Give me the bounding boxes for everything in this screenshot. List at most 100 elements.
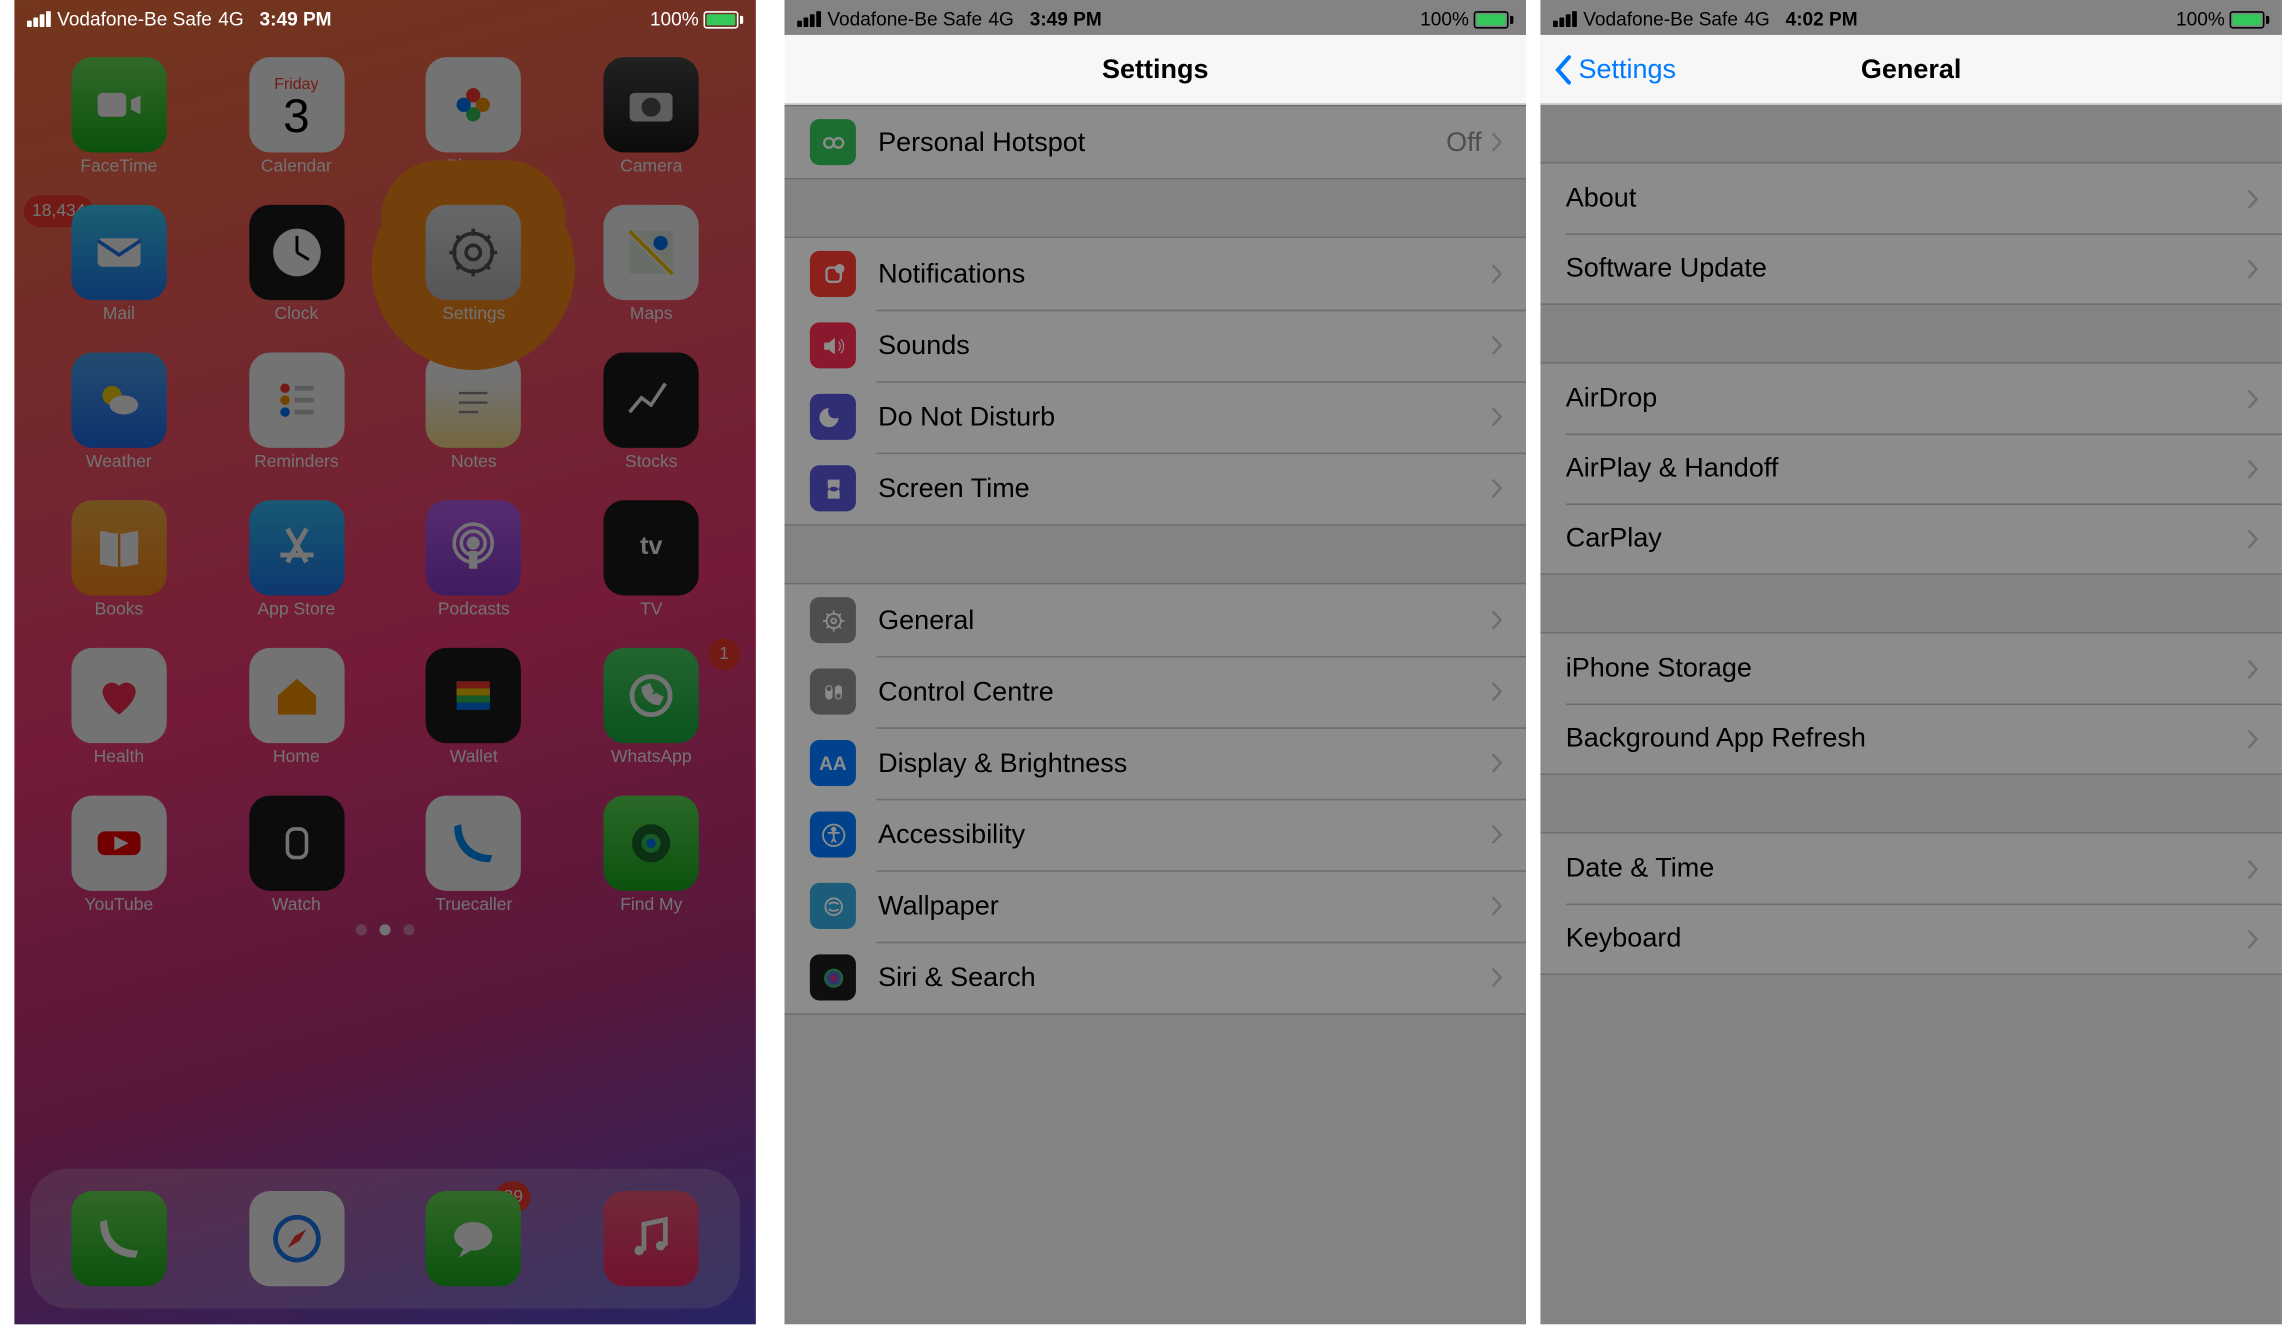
- status-bar: Vodafone-Be Safe 4G 4:02 PM 100%: [1540, 0, 2282, 35]
- chevron-right-icon: [2247, 188, 2260, 209]
- row-accessibility[interactable]: Accessibility: [784, 799, 1526, 870]
- row-general[interactable]: General: [784, 584, 1526, 655]
- chevron-right-icon: [2247, 458, 2260, 479]
- chevron-right-icon: [2247, 858, 2260, 879]
- sounds-icon: [810, 322, 856, 368]
- general-panel: Vodafone-Be Safe 4G 4:02 PM 100% Setting…: [1540, 0, 2282, 1324]
- hotspot-icon: [810, 119, 856, 165]
- row-iphone-storage[interactable]: iPhone Storage: [1540, 634, 2282, 704]
- row-label: Control Centre: [878, 676, 1491, 708]
- battery-percent: 100%: [650, 8, 699, 30]
- carrier-label: Vodafone-Be Safe: [1583, 8, 1738, 30]
- chevron-right-icon: [1491, 335, 1504, 356]
- row-label: Screen Time: [878, 472, 1491, 504]
- battery-percent: 100%: [2176, 8, 2225, 30]
- row-label: Software Update: [1566, 252, 2247, 284]
- control-icon: [810, 669, 856, 715]
- row-label: CarPlay: [1566, 522, 2247, 554]
- row-label: Display & Brightness: [878, 747, 1491, 779]
- siri-icon: [810, 954, 856, 1000]
- chevron-right-icon: [2247, 528, 2260, 549]
- accessibility-icon: [810, 811, 856, 857]
- chevron-right-icon: [1491, 967, 1504, 988]
- row-label: Background App Refresh: [1566, 723, 2247, 755]
- row-personal-hotspot[interactable]: Personal Hotspot Off: [784, 106, 1526, 177]
- battery-icon: [1474, 10, 1514, 27]
- row-label: General: [878, 604, 1491, 636]
- status-bar: Vodafone-Be Safe 4G 3:49 PM 100%: [784, 0, 1526, 35]
- chevron-right-icon: [2247, 928, 2260, 949]
- nav-bar: Settings: [784, 35, 1526, 105]
- row-do-not-disturb[interactable]: Do Not Disturb: [784, 381, 1526, 452]
- wallpaper-icon: [810, 883, 856, 929]
- row-label: Personal Hotspot: [878, 126, 1446, 158]
- network-label: 4G: [1744, 8, 1769, 30]
- chevron-right-icon: [1491, 824, 1504, 845]
- notifications-icon: [810, 251, 856, 297]
- battery-icon: [2230, 10, 2270, 27]
- home-screen-panel: Vodafone-Be Safe 4G 3:49 PM 100% FaceTim…: [14, 0, 756, 1324]
- chevron-right-icon: [2247, 388, 2260, 409]
- row-label: Wallpaper: [878, 890, 1491, 922]
- battery-icon: [703, 10, 743, 27]
- row-label: iPhone Storage: [1566, 653, 2247, 685]
- dim-overlay: [14, 0, 756, 1324]
- row-label: AirDrop: [1566, 383, 2247, 415]
- chevron-right-icon: [1491, 407, 1504, 428]
- signal-icon: [27, 11, 51, 27]
- row-control-centre[interactable]: Control Centre: [784, 656, 1526, 727]
- row-carplay[interactable]: CarPlay: [1540, 503, 2282, 573]
- row-label: Notifications: [878, 258, 1491, 290]
- settings-panel: Vodafone-Be Safe 4G 3:49 PM 100% Setting…: [784, 0, 1526, 1324]
- row-display-brightness[interactable]: AA Display & Brightness: [784, 727, 1526, 798]
- network-label: 4G: [988, 8, 1013, 30]
- chevron-right-icon: [1491, 264, 1504, 285]
- time-label: 3:49 PM: [1030, 8, 1102, 30]
- general-icon: [810, 597, 856, 643]
- nav-bar: Settings General: [1540, 35, 2282, 105]
- row-label: Keyboard: [1566, 923, 2247, 955]
- carrier-label: Vodafone-Be Safe: [57, 8, 212, 30]
- row-value: Off: [1446, 126, 1482, 158]
- row-siri-search[interactable]: Siri & Search: [784, 942, 1526, 1013]
- row-wallpaper[interactable]: Wallpaper: [784, 870, 1526, 941]
- row-sounds[interactable]: Sounds: [784, 310, 1526, 381]
- row-background-app-refresh[interactable]: Background App Refresh: [1540, 703, 2282, 773]
- row-airdrop[interactable]: AirDrop: [1540, 364, 2282, 434]
- row-software-update[interactable]: Software Update: [1540, 233, 2282, 303]
- chevron-right-icon: [1491, 132, 1504, 153]
- chevron-right-icon: [2247, 258, 2260, 279]
- row-label: Sounds: [878, 330, 1491, 362]
- status-bar: Vodafone-Be Safe 4G 3:49 PM 100%: [14, 0, 756, 35]
- row-label: Accessibility: [878, 819, 1491, 851]
- battery-percent: 100%: [1420, 8, 1469, 30]
- time-label: 3:49 PM: [260, 8, 332, 30]
- row-label: Do Not Disturb: [878, 401, 1491, 433]
- carrier-label: Vodafone-Be Safe: [827, 8, 982, 30]
- row-label: Siri & Search: [878, 962, 1491, 994]
- row-about[interactable]: About: [1540, 164, 2282, 234]
- row-label: About: [1566, 183, 2247, 215]
- screentime-icon: [810, 465, 856, 511]
- nav-title: Settings: [1102, 53, 1208, 85]
- back-button[interactable]: Settings: [1553, 53, 1676, 85]
- row-notifications[interactable]: Notifications: [784, 238, 1526, 309]
- chevron-right-icon: [1491, 610, 1504, 631]
- row-screen-time[interactable]: Screen Time: [784, 453, 1526, 524]
- dnd-icon: [810, 394, 856, 440]
- chevron-right-icon: [2247, 658, 2260, 679]
- row-keyboard[interactable]: Keyboard: [1540, 904, 2282, 974]
- chevron-right-icon: [1491, 896, 1504, 917]
- row-label: Date & Time: [1566, 853, 2247, 885]
- row-date-time[interactable]: Date & Time: [1540, 834, 2282, 904]
- row-label: AirPlay & Handoff: [1566, 453, 2247, 485]
- nav-title: General: [1861, 53, 1962, 85]
- chevron-right-icon: [1491, 681, 1504, 702]
- display-icon: AA: [810, 740, 856, 786]
- back-label: Settings: [1578, 53, 1676, 85]
- time-label: 4:02 PM: [1786, 8, 1858, 30]
- chevron-right-icon: [2247, 728, 2260, 749]
- row-airplay-handoff[interactable]: AirPlay & Handoff: [1540, 434, 2282, 504]
- signal-icon: [797, 11, 821, 27]
- chevron-right-icon: [1491, 753, 1504, 774]
